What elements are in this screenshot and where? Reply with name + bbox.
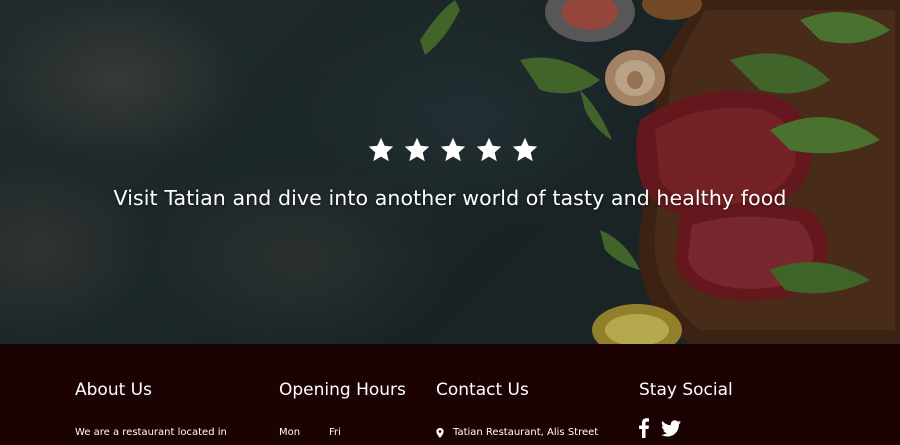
hours-day-to: Fri (329, 427, 341, 438)
hero-tagline: Visit Tatian and dive into another world… (113, 186, 787, 210)
about-heading: About Us (75, 380, 152, 400)
social-icons (639, 418, 733, 438)
contact-address-row: Tatian Restaurant, Alis Street (436, 427, 598, 438)
twitter-icon[interactable] (661, 419, 681, 437)
contact-heading: Contact Us (436, 380, 529, 400)
hours-row: Mon Fri (279, 427, 406, 438)
map-pin-icon (436, 427, 444, 438)
footer-social-section: Stay Social (639, 380, 733, 438)
star-icon (366, 136, 396, 164)
star-icon (402, 136, 432, 164)
contact-address: Tatian Restaurant, Alis Street (453, 427, 599, 438)
star-icon (510, 136, 540, 164)
hours-day-from: Mon (279, 427, 301, 438)
facebook-icon[interactable] (639, 418, 649, 438)
hero-overlay (0, 0, 900, 344)
rating-stars (366, 136, 540, 164)
star-icon (474, 136, 504, 164)
hours-heading: Opening Hours (279, 380, 406, 400)
site-footer: About Us We are a restaurant located in … (0, 344, 900, 445)
footer-contact-section: Contact Us Tatian Restaurant, Alis Stree… (436, 380, 598, 438)
footer-about-section: About Us We are a restaurant located in (75, 380, 227, 438)
star-icon (438, 136, 468, 164)
footer-hours-section: Opening Hours Mon Fri (279, 380, 406, 438)
hero-banner: Visit Tatian and dive into another world… (0, 0, 900, 344)
about-text: We are a restaurant located in (75, 427, 227, 438)
social-heading: Stay Social (639, 380, 733, 400)
